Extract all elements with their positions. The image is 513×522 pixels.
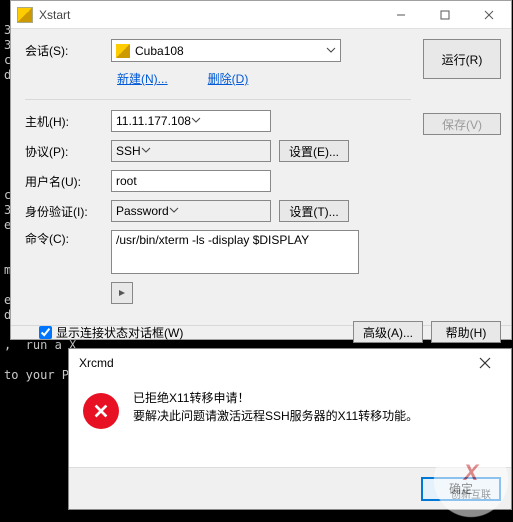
- run-button[interactable]: 运行(R): [423, 39, 501, 79]
- watermark-text: 创新互联: [451, 486, 491, 501]
- close-button[interactable]: [467, 1, 511, 28]
- delete-link[interactable]: 删除(D): [208, 70, 249, 87]
- session-label: 会话(S):: [25, 42, 103, 59]
- dialog-line2: 要解决此问题请激活远程SSH服务器的X11转移功能。: [133, 407, 418, 425]
- dialog-titlebar: Xrcmd: [69, 349, 511, 377]
- chevron-down-icon: [141, 144, 151, 158]
- maximize-button[interactable]: [423, 1, 467, 28]
- user-input[interactable]: [111, 170, 271, 192]
- minimize-button[interactable]: [379, 1, 423, 28]
- show-status-checkbox-row[interactable]: 显示连接状态对话框(W): [39, 324, 183, 341]
- show-status-label: 显示连接状态对话框(W): [56, 324, 183, 341]
- error-icon: [83, 393, 119, 429]
- settings-e-button[interactable]: 设置(E)...: [279, 140, 349, 162]
- arrow-right-button[interactable]: [111, 282, 133, 304]
- host-label: 主机(H):: [25, 113, 103, 130]
- session-combo[interactable]: Cuba108: [111, 39, 341, 62]
- dialog-message: 已拒绝X11转移申请！ 要解决此问题请激活远程SSH服务器的X11转移功能。: [133, 389, 418, 425]
- watermark-logo: X: [464, 460, 479, 486]
- window-controls: [379, 1, 511, 28]
- protocol-value: SSH: [116, 144, 141, 158]
- titlebar: Xstart: [11, 1, 511, 29]
- auth-value: Password: [116, 204, 169, 218]
- window-title: Xstart: [39, 8, 379, 22]
- auth-select[interactable]: Password: [111, 200, 271, 222]
- arrow-right-icon: [117, 288, 127, 298]
- host-combo[interactable]: 11.11.177.108: [111, 110, 271, 132]
- help-button[interactable]: 帮助(H): [431, 321, 501, 343]
- settings-t-button[interactable]: 设置(T)...: [279, 200, 349, 222]
- cmd-label: 命令(C):: [25, 230, 103, 247]
- app-icon: [17, 7, 33, 23]
- chevron-down-icon: [169, 204, 179, 218]
- protocol-select[interactable]: SSH: [111, 140, 271, 162]
- advanced-button[interactable]: 高级(A)...: [353, 321, 423, 343]
- show-status-checkbox[interactable]: [39, 326, 52, 339]
- close-icon: [479, 357, 491, 369]
- save-button[interactable]: 保存(V): [423, 113, 501, 135]
- dialog-title: Xrcmd: [79, 356, 465, 370]
- dialog-line1: 已拒绝X11转移申请！: [133, 389, 418, 407]
- new-link[interactable]: 新建(N)...: [117, 70, 168, 87]
- protocol-label: 协议(P):: [25, 143, 103, 160]
- auth-label: 身份验证(I):: [25, 203, 103, 220]
- divider: [25, 99, 411, 100]
- session-icon: [116, 44, 130, 58]
- host-value: 11.11.177.108: [116, 114, 191, 128]
- dialog-close-button[interactable]: [465, 350, 505, 376]
- user-label: 用户名(U):: [25, 173, 103, 190]
- chevron-down-icon: [191, 114, 201, 128]
- command-textarea[interactable]: [111, 230, 359, 274]
- xstart-window: Xstart 会话(S): Cuba108 新建(N)... 删除(D): [10, 0, 512, 340]
- chevron-down-icon: [326, 44, 336, 58]
- session-value: Cuba108: [135, 44, 184, 58]
- watermark: X 创新互联: [433, 442, 509, 518]
